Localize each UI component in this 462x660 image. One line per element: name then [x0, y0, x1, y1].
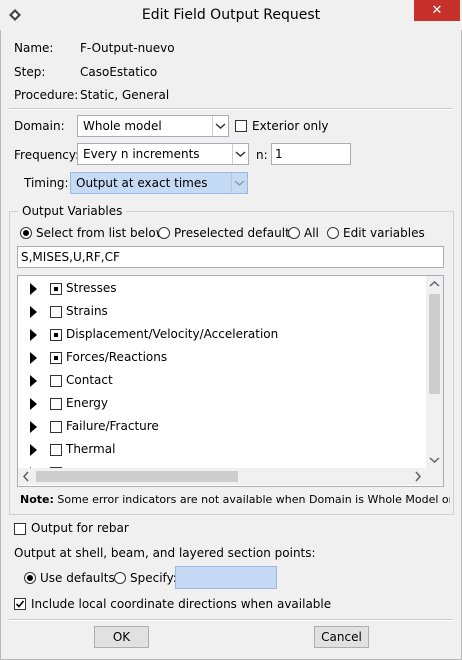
local-coordinates-checkbox[interactable]: [14, 598, 26, 610]
section-points-label: Output at shell, beam, and layered secti…: [14, 546, 316, 560]
domain-select[interactable]: Whole model: [77, 115, 229, 137]
note: Note: Some error indicators are not avai…: [20, 493, 450, 506]
exterior-only-checkbox[interactable]: [235, 120, 247, 132]
specify-input[interactable]: [175, 566, 277, 589]
note-text: Some error indicators are not available …: [57, 493, 450, 506]
radio-edit-variables-label: Edit variables: [343, 226, 425, 240]
variables-tree: Stresses Strains Displacement/Velocity/A…: [17, 275, 444, 487]
step-value: CasoEstatico: [80, 65, 158, 79]
tree-item-label: Energy: [66, 396, 109, 410]
tree-item-label: Strains: [66, 304, 108, 318]
expand-arrow-icon[interactable]: [30, 283, 37, 295]
scroll-down-icon[interactable]: [426, 451, 443, 468]
expand-arrow-icon[interactable]: [30, 375, 37, 387]
procedure-value: Static, General: [80, 88, 170, 102]
output-variables-title: Output Variables: [18, 204, 127, 218]
tree-checkbox-partial[interactable]: [50, 329, 62, 341]
domain-label: Domain:: [14, 119, 65, 133]
variables-text-value: S,MISES,U,RF,CF: [21, 250, 120, 264]
tree-item-label: Displacement/Velocity/Acceleration: [66, 327, 279, 341]
expand-arrow-icon[interactable]: [30, 421, 37, 433]
checkmark-icon: [15, 600, 25, 608]
n-input-value: 1: [275, 147, 283, 161]
tree-checkbox-partial[interactable]: [50, 352, 62, 364]
radio-use-defaults-label: Use defaults: [40, 571, 115, 585]
radio-use-defaults[interactable]: [24, 572, 36, 584]
horizontal-scrollbar[interactable]: [18, 468, 426, 485]
expand-arrow-icon[interactable]: [30, 329, 37, 341]
frequency-select[interactable]: Every n increments: [77, 143, 249, 165]
name-value: F-Output-nuevo: [80, 41, 175, 55]
close-icon: ✕: [431, 3, 443, 18]
procedure-label: Procedure:: [14, 88, 79, 102]
tree-checkbox[interactable]: [50, 306, 62, 318]
tree-viewport: Stresses Strains Displacement/Velocity/A…: [18, 276, 426, 468]
timing-select[interactable]: Output at exact times: [70, 172, 248, 194]
frequency-select-value: Every n increments: [83, 147, 200, 161]
output-for-rebar-checkbox[interactable]: [14, 523, 26, 535]
scroll-left-icon[interactable]: [18, 468, 35, 485]
radio-specify-label: Specify:: [130, 571, 177, 585]
tree-item-label: Failure/Fracture: [66, 419, 159, 433]
radio-all[interactable]: [288, 227, 300, 239]
separator: [9, 619, 452, 621]
ok-button[interactable]: OK: [94, 626, 149, 648]
close-button[interactable]: ✕: [414, 0, 460, 21]
name-label: Name:: [14, 41, 54, 55]
domain-select-value: Whole model: [83, 119, 162, 133]
chevron-down-icon: [231, 173, 247, 193]
tree-checkbox[interactable]: [50, 398, 62, 410]
timing-label: Timing:: [24, 176, 69, 190]
chevron-down-icon: [212, 116, 228, 136]
tree-item-label: Forces/Reactions: [66, 350, 168, 364]
exterior-only-label: Exterior only: [252, 119, 329, 133]
step-label: Step:: [14, 65, 46, 79]
n-label: n:: [256, 148, 268, 162]
vertical-scrollbar[interactable]: [426, 276, 443, 468]
radio-preselected-defaults-label: Preselected defaults: [174, 226, 297, 240]
title-bar: Edit Field Output Request ✕: [0, 0, 462, 30]
vertical-scroll-thumb[interactable]: [429, 294, 440, 394]
frequency-label: Frequency:: [14, 148, 80, 162]
separator: [9, 108, 452, 110]
expand-arrow-icon[interactable]: [30, 398, 37, 410]
scroll-corner: [426, 468, 443, 485]
radio-select-from-list-label: Select from list below: [36, 226, 166, 240]
radio-preselected-defaults[interactable]: [158, 227, 170, 239]
horizontal-scroll-thumb[interactable]: [36, 471, 238, 482]
radio-edit-variables[interactable]: [327, 227, 339, 239]
expand-arrow-icon[interactable]: [30, 306, 37, 318]
tree-checkbox[interactable]: [50, 444, 62, 456]
expand-arrow-icon[interactable]: [30, 444, 37, 456]
tree-checkbox[interactable]: [50, 421, 62, 433]
radio-all-label: All: [304, 226, 319, 240]
expand-arrow-icon[interactable]: [30, 352, 37, 364]
radio-specify[interactable]: [114, 572, 126, 584]
note-label: Note:: [20, 493, 54, 506]
local-coordinates-label: Include local coordinate directions when…: [31, 597, 332, 611]
cancel-button[interactable]: Cancel: [314, 626, 369, 648]
window-title: Edit Field Output Request: [141, 7, 321, 23]
output-for-rebar-label: Output for rebar: [31, 521, 129, 535]
tree-checkbox[interactable]: [50, 375, 62, 387]
tree-checkbox-partial[interactable]: [50, 283, 62, 295]
radio-select-from-list[interactable]: [20, 227, 32, 239]
variables-text-input[interactable]: S,MISES,U,RF,CF: [17, 246, 444, 268]
scroll-up-icon[interactable]: [426, 276, 443, 293]
scroll-right-icon[interactable]: [409, 468, 426, 485]
tree-item-label: Stresses: [66, 281, 117, 295]
chevron-down-icon: [232, 144, 248, 164]
n-input[interactable]: 1: [271, 143, 351, 165]
tree-item-label: Thermal: [66, 442, 116, 456]
timing-select-value: Output at exact times: [76, 176, 208, 190]
tree-item-label: Contact: [66, 373, 113, 387]
